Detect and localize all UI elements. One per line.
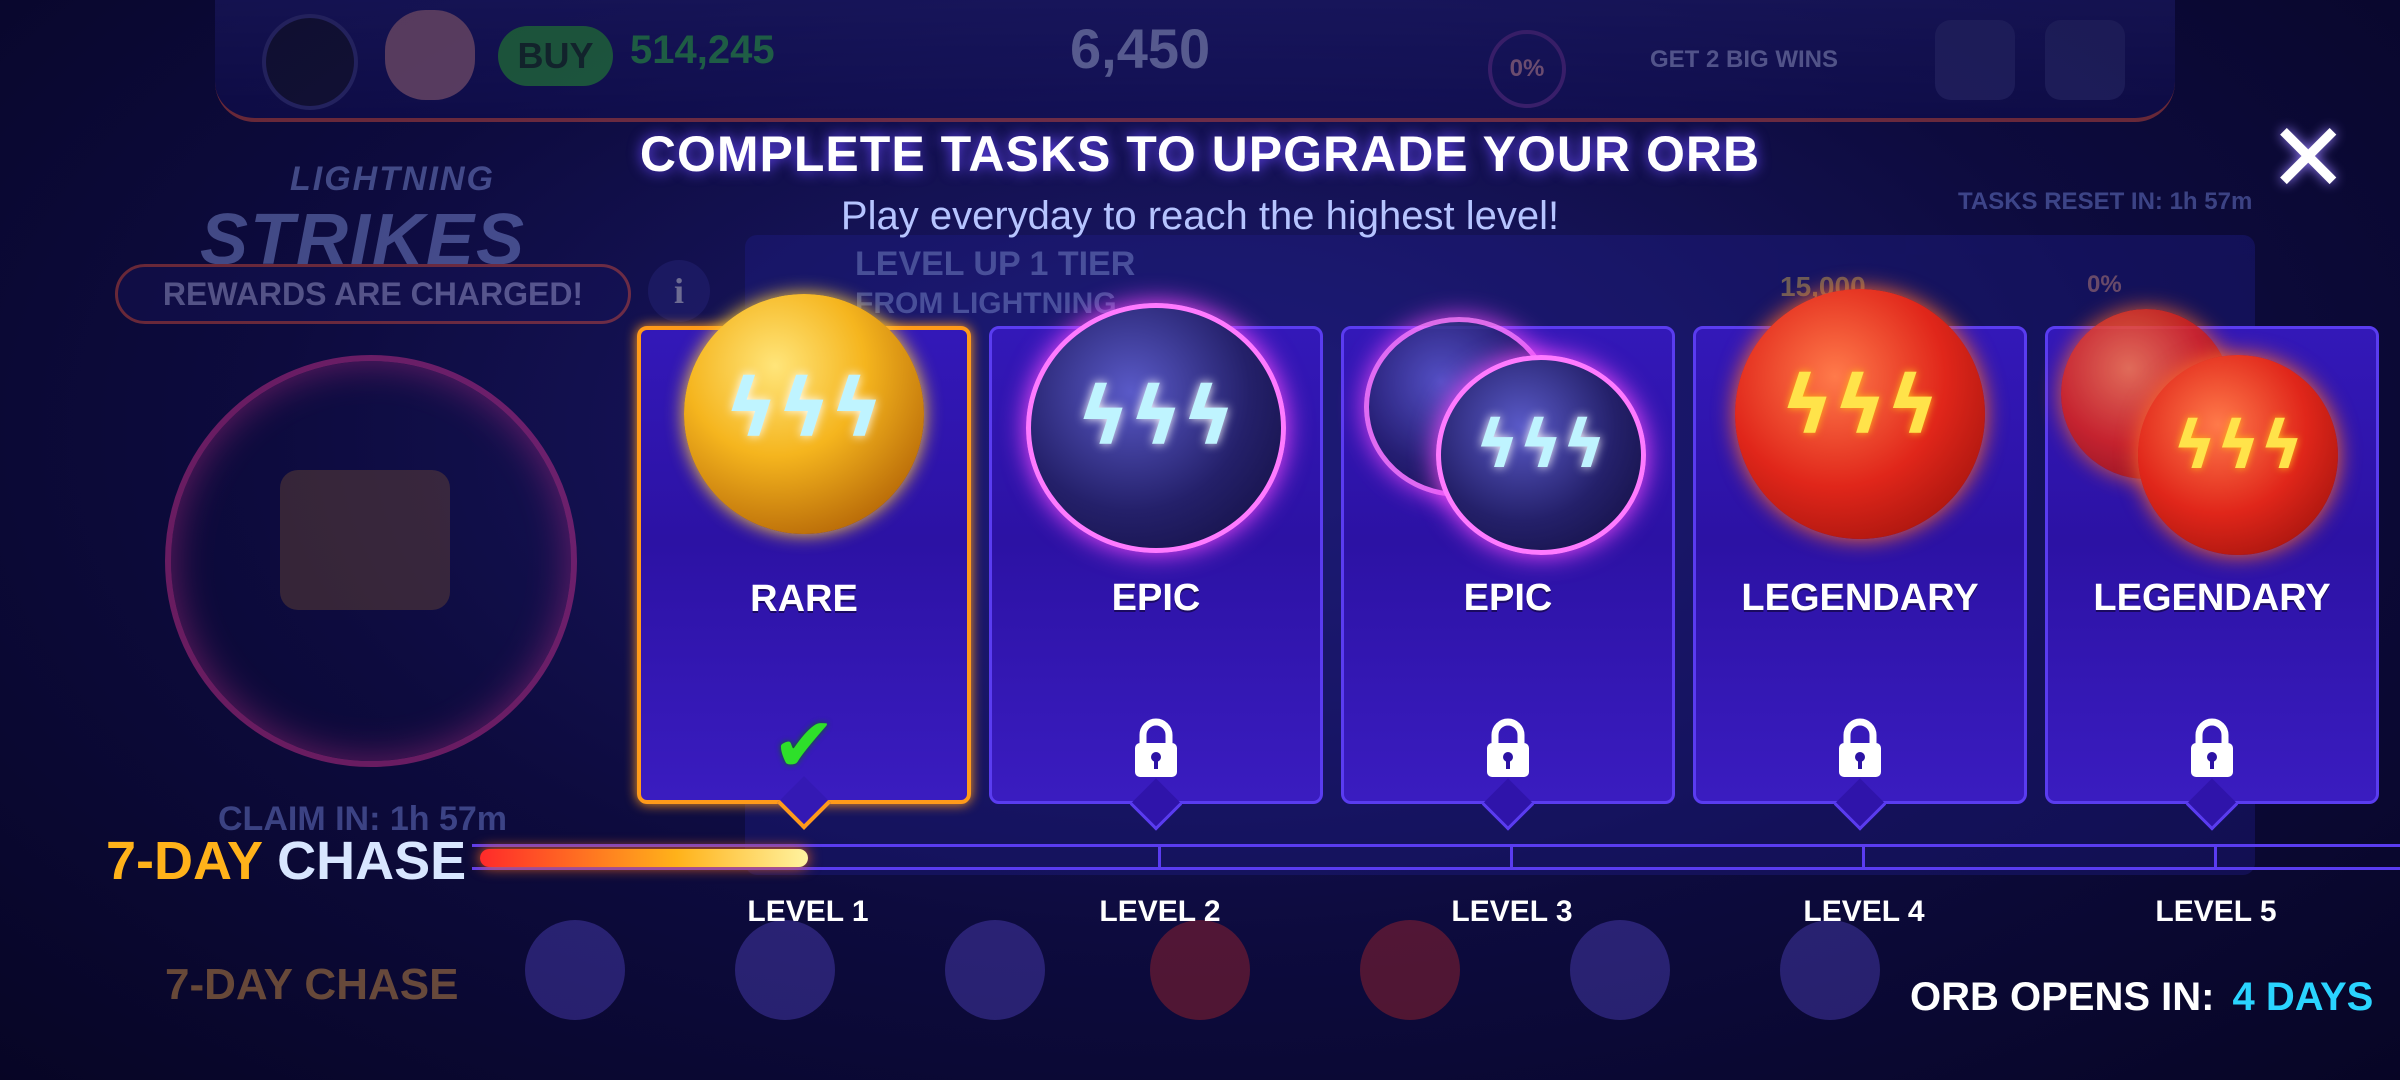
chase-title-day: 7-DAY [106, 831, 263, 891]
lock-icon [1487, 718, 1529, 777]
card-rarity-label: LEGENDARY [1741, 577, 1979, 619]
level-label-1: LEVEL 1 [747, 895, 869, 928]
background-chase-label: 7-DAY CHASE [165, 960, 459, 1009]
task-title: LEVEL UP 1 TIER [855, 245, 1136, 283]
background-orb-icon [735, 920, 835, 1020]
lock-icon [2191, 718, 2233, 777]
level-label-4: LEVEL 4 [1803, 895, 1925, 928]
progress-tick [2214, 844, 2217, 870]
quest-progress: 0% [1488, 30, 1566, 108]
orb-opens-timer: ORB OPENS IN: 4 DAYS [1910, 975, 2373, 1020]
legendary-orb-icon: ϟϟϟ [2138, 355, 2339, 555]
progress-tick [1158, 844, 1161, 870]
lock-icon [1839, 718, 1881, 777]
background-orb-icon [1780, 920, 1880, 1020]
chase-title: 7-DAY CHASE [106, 830, 466, 892]
piggy-bank-icon [385, 10, 475, 100]
mail-icon [2045, 20, 2125, 100]
chase-title-word: CHASE [277, 831, 467, 891]
avatar [262, 14, 358, 110]
card-rarity-label: LEGENDARY [2093, 577, 2331, 619]
lightning-bolts-icon: ϟϟϟ [1780, 359, 1940, 452]
epic-orb-icon: ϟϟϟ [1435, 355, 1646, 555]
background-orb-icon [945, 920, 1045, 1020]
task-subtitle: FROM LIGHTNING [855, 287, 1117, 320]
orb-card-level-2[interactable]: ϟϟϟ EPIC [989, 303, 1323, 831]
level-label-5: LEVEL 5 [2155, 895, 2277, 928]
background-orb-icon [1570, 920, 1670, 1020]
chest-icon [280, 470, 450, 610]
coin-balance: 514,245 [630, 28, 775, 72]
background-orb-icon [1150, 920, 1250, 1020]
orb-card-level-4[interactable]: ϟϟϟ LEGENDARY [1693, 289, 2027, 831]
lightning-bolts-icon: ϟϟϟ [724, 362, 884, 455]
progress-tick [1510, 844, 1513, 870]
progress-tick [1862, 844, 1865, 870]
card-rarity-label: EPIC [1463, 577, 1553, 619]
rewards-status: REWARDS ARE CHARGED! [115, 264, 631, 324]
quest-text: GET 2 BIG WINS [1650, 46, 1839, 73]
orb-opens-label: ORB OPENS IN: [1910, 975, 2215, 1019]
legendary-orb-icon: ϟϟϟ [1735, 289, 1985, 539]
orb-shortcut-icon [1935, 20, 2015, 100]
orb-card-level-1[interactable]: ϟϟϟ RARE ✔ [637, 294, 971, 830]
orb-card-level-3[interactable]: ϟϟϟ EPIC [1341, 317, 1675, 831]
lightning-bolts-icon: ϟϟϟ [1475, 406, 1607, 483]
epic-orb-icon: ϟϟϟ [1026, 303, 1286, 553]
level-label-3: LEVEL 3 [1451, 895, 1573, 928]
buy-button: BUY [498, 26, 613, 86]
orb-opens-value: 4 DAYS [2232, 975, 2374, 1019]
level-label-2: LEVEL 2 [1099, 895, 1221, 928]
card-rarity-label: EPIC [1111, 577, 1201, 619]
modal-subtitle: Play everyday to reach the highest level… [840, 194, 1560, 238]
orb-card-level-5[interactable]: ϟϟϟ LEGENDARY [2045, 309, 2379, 831]
lightning-bolts-icon: ϟϟϟ [1076, 370, 1236, 463]
background-orb-icon [525, 920, 625, 1020]
lightning-bolts-icon: ϟϟϟ [2172, 407, 2304, 484]
close-button[interactable]: ✕ [2268, 110, 2348, 206]
modal-title: COMPLETE TASKS TO UPGRADE YOUR ORB [639, 126, 1761, 182]
info-button: i [648, 260, 710, 322]
background-orb-icon [1360, 920, 1460, 1020]
lock-icon [1135, 718, 1177, 777]
rare-orb-icon: ϟϟϟ [684, 294, 924, 534]
task-progress: 0% [2087, 271, 2122, 298]
progress-fill [480, 849, 808, 867]
bolt-balance: 6,450 [1070, 17, 1211, 80]
card-rarity-label: RARE [750, 578, 858, 620]
